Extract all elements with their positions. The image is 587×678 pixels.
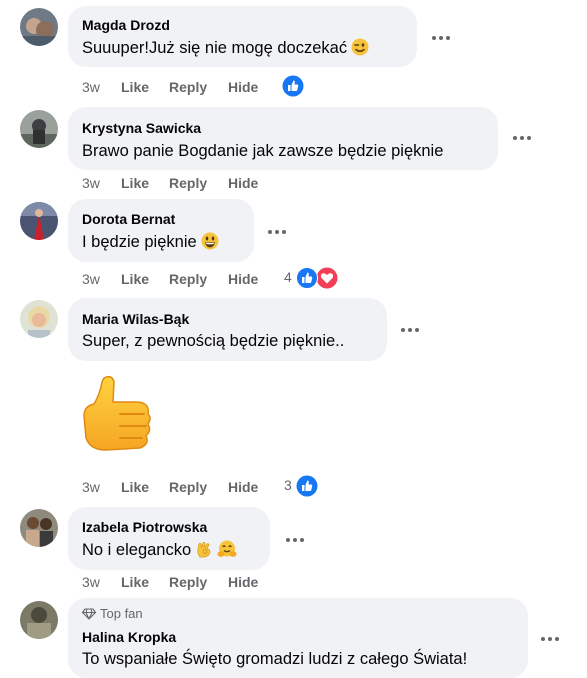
reaction-summary[interactable]: 3: [284, 475, 320, 497]
love-reaction-icon: [316, 267, 338, 289]
hugging-face-emoji: [217, 540, 237, 563]
top-fan-badge: Top fan: [81, 606, 143, 621]
avatar[interactable]: [20, 8, 58, 46]
like-reaction-icon: [296, 475, 318, 497]
winking-face-emoji: [351, 38, 369, 61]
reply-button[interactable]: Reply: [169, 479, 207, 495]
comment-bubble: Krystyna Sawicka Brawo panie Bogdanie ja…: [68, 107, 498, 170]
like-button[interactable]: Like: [121, 271, 149, 287]
comment-author[interactable]: Izabela Piotrowska: [82, 519, 207, 535]
grinning-face-emoji: [201, 232, 219, 255]
like-reaction-icon: [282, 75, 304, 97]
comment-text: No i elegancko: [82, 540, 237, 563]
like-button[interactable]: Like: [121, 175, 149, 191]
avatar[interactable]: [20, 110, 58, 148]
reply-button[interactable]: Reply: [169, 79, 207, 95]
comment-author[interactable]: Maria Wilas-Bąk: [82, 311, 189, 327]
reaction-summary[interactable]: [282, 75, 308, 97]
avatar[interactable]: [20, 202, 58, 240]
comment-bubble: Maria Wilas-Bąk Super, z pewnością będzi…: [68, 298, 387, 361]
more-options-icon[interactable]: [401, 327, 421, 333]
diamond-icon: [81, 608, 97, 620]
reaction-count: 4: [284, 269, 292, 285]
comment-text: Brawo panie Bogdanie jak zawsze będzie p…: [82, 142, 444, 160]
hide-button[interactable]: Hide: [228, 175, 258, 191]
more-options-icon[interactable]: [541, 636, 561, 642]
like-button[interactable]: Like: [121, 479, 149, 495]
comment-text: To wspaniałe Święto gromadzi ludzi z cał…: [82, 650, 468, 668]
comment-text: Super, z pewnością będzie pięknie..: [82, 332, 345, 350]
avatar[interactable]: [20, 509, 58, 547]
comment-text: Suuuper!Już się nie mogę doczekać: [82, 38, 369, 61]
more-options-icon[interactable]: [286, 537, 306, 543]
reply-button[interactable]: Reply: [169, 175, 207, 191]
like-button[interactable]: Like: [121, 574, 149, 590]
comment-age[interactable]: 3w: [82, 175, 100, 191]
comment-bubble: Dorota Bernat I będzie pięknie: [68, 199, 254, 262]
reply-button[interactable]: Reply: [169, 574, 207, 590]
comment-bubble: Izabela Piotrowska No i elegancko: [68, 507, 270, 570]
comment-age[interactable]: 3w: [82, 79, 100, 95]
more-options-icon[interactable]: [432, 35, 452, 41]
hide-button[interactable]: Hide: [228, 79, 258, 95]
comment-author[interactable]: Magda Drozd: [82, 17, 170, 33]
reaction-summary[interactable]: 4: [284, 267, 340, 289]
reply-button[interactable]: Reply: [169, 271, 207, 287]
comment-author[interactable]: Dorota Bernat: [82, 211, 175, 227]
avatar[interactable]: [20, 300, 58, 338]
avatar[interactable]: [20, 601, 58, 639]
comment-bubble: Magda Drozd Suuuper!Już się nie mogę doc…: [68, 6, 417, 67]
like-reaction-icon: [296, 267, 318, 289]
comment-author[interactable]: Halina Kropka: [82, 629, 176, 645]
like-button[interactable]: Like: [121, 79, 149, 95]
hide-button[interactable]: Hide: [228, 574, 258, 590]
comment-bubble: Top fan Halina Kropka To wspaniałe Święt…: [68, 598, 528, 678]
more-options-icon[interactable]: [513, 135, 533, 141]
thumbs-up-sticker[interactable]: [80, 372, 154, 460]
hide-button[interactable]: Hide: [228, 479, 258, 495]
comment-author[interactable]: Krystyna Sawicka: [82, 120, 201, 136]
comment-text: I będzie pięknie: [82, 232, 219, 255]
comment-age[interactable]: 3w: [82, 479, 100, 495]
comment-age[interactable]: 3w: [82, 271, 100, 287]
ok-hand-emoji: [195, 540, 213, 563]
reaction-count: 3: [284, 477, 292, 493]
comment-age[interactable]: 3w: [82, 574, 100, 590]
more-options-icon[interactable]: [268, 229, 288, 235]
hide-button[interactable]: Hide: [228, 271, 258, 287]
